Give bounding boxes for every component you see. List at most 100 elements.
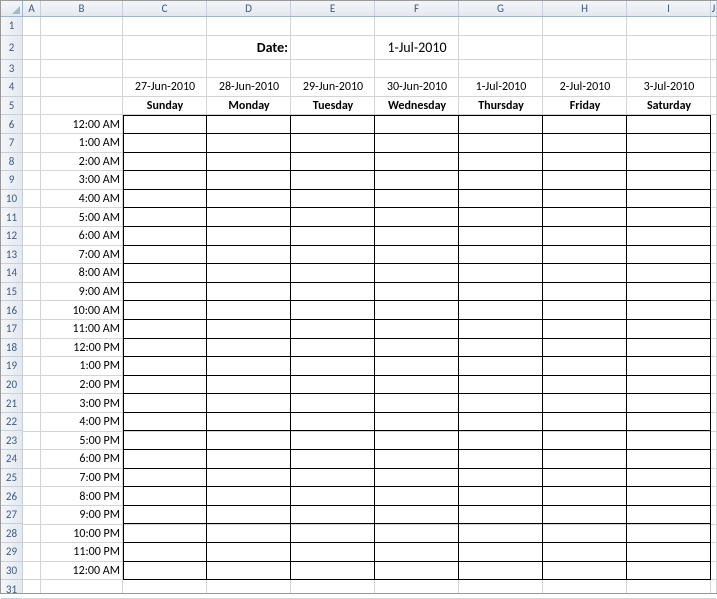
schedule-cell[interactable] [207, 227, 291, 246]
schedule-cell[interactable] [207, 506, 291, 525]
schedule-cell[interactable] [459, 450, 543, 469]
row-header-3[interactable]: 3 [1, 60, 22, 79]
schedule-cell[interactable] [543, 339, 627, 358]
schedule-cell[interactable] [459, 134, 543, 153]
schedule-cell[interactable] [207, 524, 291, 543]
schedule-cell[interactable] [123, 115, 207, 134]
row-header-9[interactable]: 9 [1, 171, 22, 190]
schedule-cell[interactable] [291, 264, 375, 283]
row-header-20[interactable]: 20 [1, 376, 22, 395]
row-header-5[interactable]: 5 [1, 97, 22, 116]
schedule-cell[interactable] [459, 562, 543, 581]
schedule-cell[interactable] [459, 506, 543, 525]
schedule-cell[interactable] [123, 301, 207, 320]
schedule-cell[interactable] [375, 543, 459, 562]
row-header-1[interactable]: 1 [1, 17, 22, 36]
schedule-cell[interactable] [627, 543, 711, 562]
select-all-corner[interactable] [1, 1, 23, 17]
row-header-21[interactable]: 21 [1, 394, 22, 413]
schedule-cell[interactable] [291, 431, 375, 450]
schedule-cell[interactable] [123, 134, 207, 153]
schedule-cell[interactable] [123, 562, 207, 581]
schedule-cell[interactable] [543, 394, 627, 413]
column-header-d[interactable]: D [207, 1, 291, 16]
schedule-cell[interactable] [627, 487, 711, 506]
schedule-cell[interactable] [543, 115, 627, 134]
schedule-cell[interactable] [459, 357, 543, 376]
schedule-cell[interactable] [291, 543, 375, 562]
row-header-2[interactable]: 2 [1, 36, 22, 60]
schedule-cell[interactable] [291, 246, 375, 265]
schedule-cell[interactable] [207, 208, 291, 227]
row-header-31[interactable]: 31 [1, 580, 22, 599]
spreadsheet-area[interactable]: Date:1-Jul-201027-Jun-2010Sunday28-Jun-2… [23, 17, 716, 593]
schedule-cell[interactable] [459, 171, 543, 190]
schedule-cell[interactable] [123, 487, 207, 506]
schedule-cell[interactable] [207, 134, 291, 153]
schedule-cell[interactable] [375, 246, 459, 265]
schedule-cell[interactable] [375, 413, 459, 432]
schedule-cell[interactable] [459, 283, 543, 302]
schedule-cell[interactable] [291, 134, 375, 153]
schedule-cell[interactable] [207, 413, 291, 432]
schedule-cell[interactable] [207, 246, 291, 265]
schedule-cell[interactable] [375, 487, 459, 506]
schedule-cell[interactable] [627, 394, 711, 413]
row-header-6[interactable]: 6 [1, 115, 22, 134]
schedule-cell[interactable] [375, 562, 459, 581]
schedule-cell[interactable] [123, 283, 207, 302]
schedule-cell[interactable] [207, 543, 291, 562]
schedule-cell[interactable] [543, 320, 627, 339]
schedule-cell[interactable] [459, 153, 543, 172]
row-header-22[interactable]: 22 [1, 413, 22, 432]
row-header-26[interactable]: 26 [1, 487, 22, 506]
schedule-cell[interactable] [627, 301, 711, 320]
schedule-cell[interactable] [627, 339, 711, 358]
row-header-19[interactable]: 19 [1, 357, 22, 376]
schedule-cell[interactable] [291, 190, 375, 209]
schedule-cell[interactable] [207, 264, 291, 283]
schedule-cell[interactable] [459, 208, 543, 227]
schedule-cell[interactable] [375, 376, 459, 395]
schedule-cell[interactable] [543, 190, 627, 209]
schedule-cell[interactable] [627, 506, 711, 525]
schedule-cell[interactable] [627, 171, 711, 190]
schedule-cell[interactable] [543, 562, 627, 581]
schedule-cell[interactable] [627, 227, 711, 246]
schedule-cell[interactable] [375, 320, 459, 339]
schedule-cell[interactable] [123, 190, 207, 209]
schedule-cell[interactable] [123, 246, 207, 265]
schedule-cell[interactable] [207, 115, 291, 134]
schedule-cell[interactable] [627, 320, 711, 339]
schedule-cell[interactable] [123, 171, 207, 190]
schedule-cell[interactable] [123, 376, 207, 395]
schedule-cell[interactable] [123, 469, 207, 488]
row-header-23[interactable]: 23 [1, 431, 22, 450]
schedule-cell[interactable] [627, 283, 711, 302]
schedule-cell[interactable] [459, 524, 543, 543]
schedule-cell[interactable] [627, 431, 711, 450]
schedule-cell[interactable] [459, 264, 543, 283]
schedule-cell[interactable] [459, 227, 543, 246]
schedule-cell[interactable] [459, 394, 543, 413]
row-header-27[interactable]: 27 [1, 506, 22, 525]
schedule-cell[interactable] [123, 227, 207, 246]
schedule-cell[interactable] [291, 562, 375, 581]
schedule-cell[interactable] [375, 469, 459, 488]
row-header-4[interactable]: 4 [1, 78, 22, 97]
column-header-b[interactable]: B [41, 1, 123, 16]
schedule-cell[interactable] [123, 339, 207, 358]
schedule-cell[interactable] [543, 246, 627, 265]
schedule-cell[interactable] [291, 153, 375, 172]
schedule-cell[interactable] [123, 208, 207, 227]
schedule-cell[interactable] [207, 301, 291, 320]
schedule-cell[interactable] [291, 208, 375, 227]
schedule-cell[interactable] [291, 376, 375, 395]
schedule-cell[interactable] [375, 264, 459, 283]
schedule-cell[interactable] [543, 524, 627, 543]
schedule-cell[interactable] [291, 301, 375, 320]
schedule-cell[interactable] [627, 153, 711, 172]
schedule-cell[interactable] [207, 450, 291, 469]
schedule-cell[interactable] [459, 320, 543, 339]
schedule-cell[interactable] [291, 283, 375, 302]
